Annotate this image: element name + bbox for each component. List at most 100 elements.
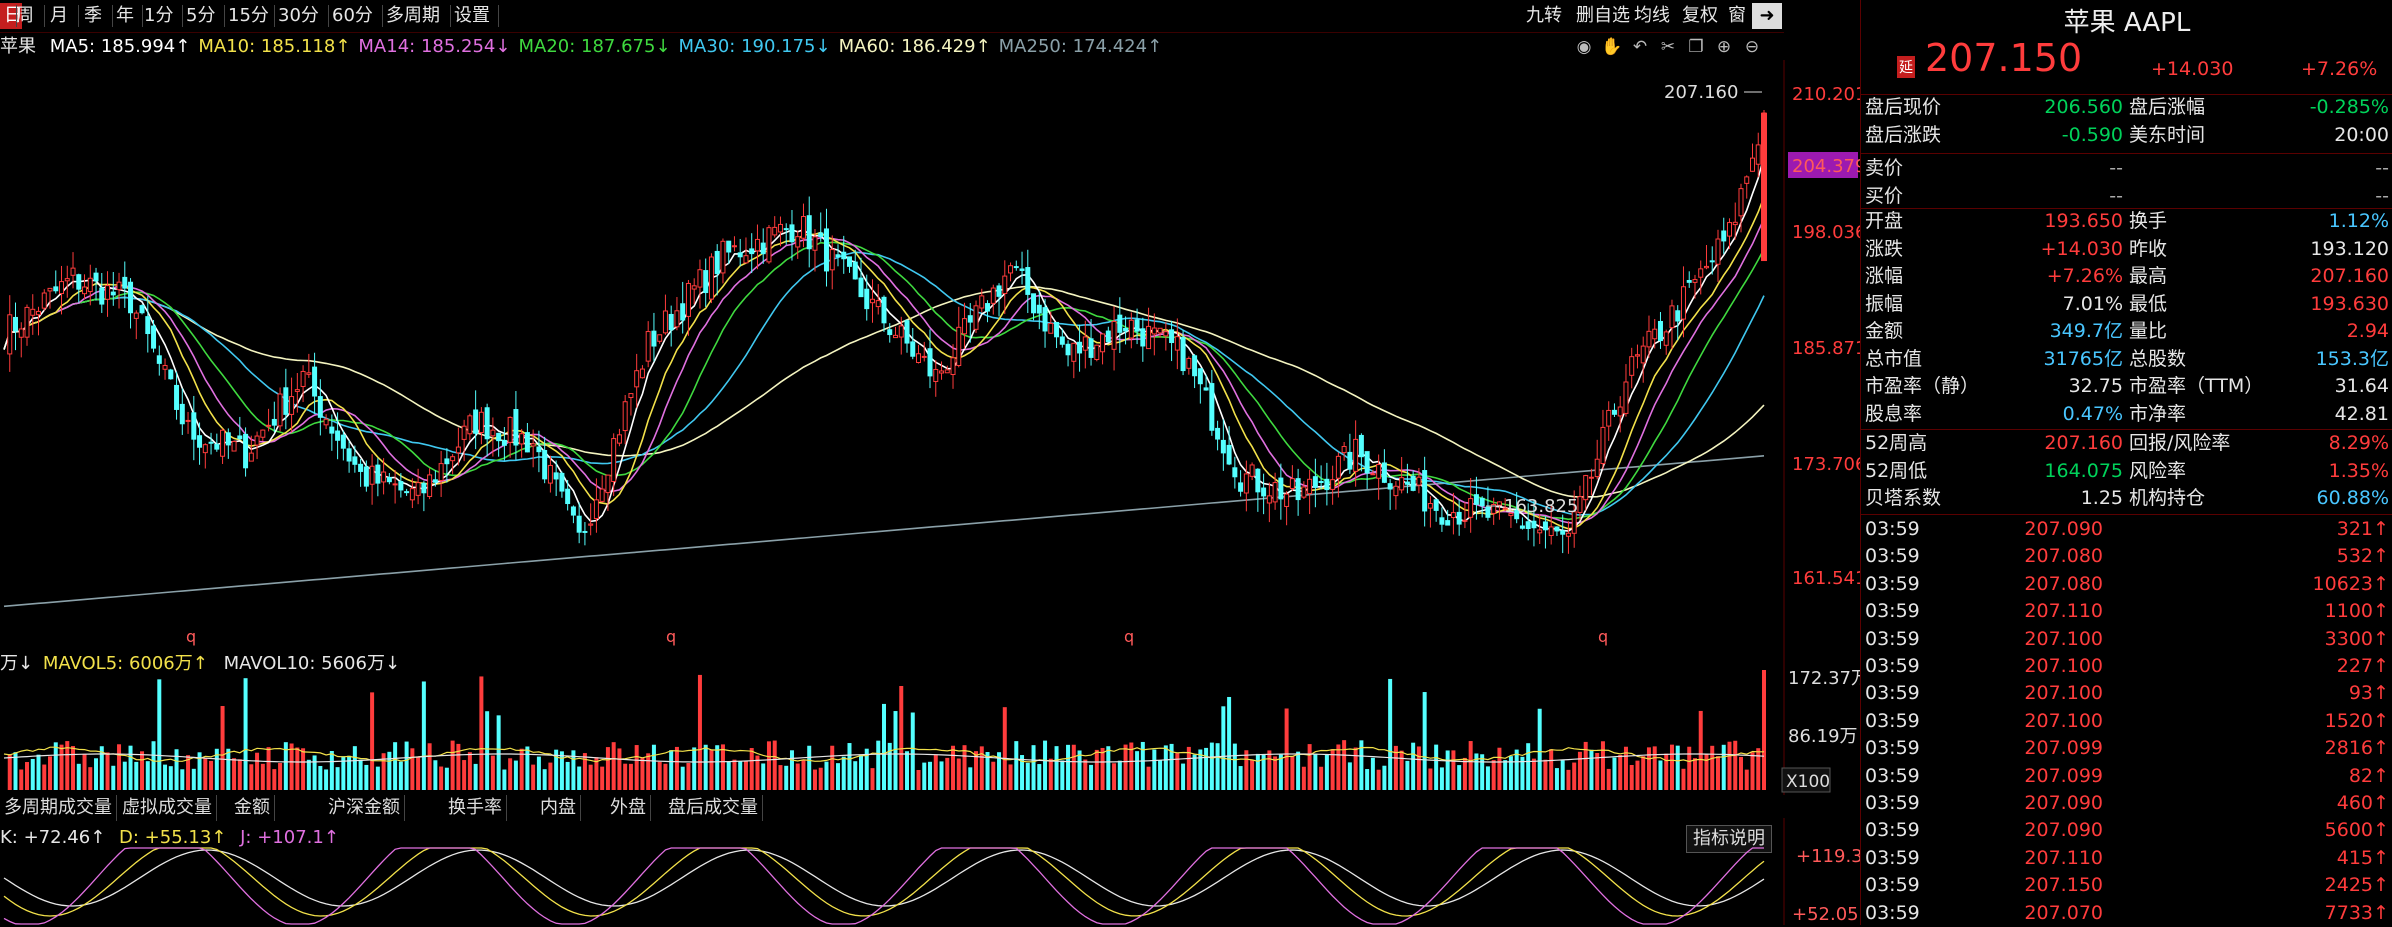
trade-volume: 93: [2348, 682, 2373, 705]
candle-body: [1439, 517, 1445, 525]
quote-value: 20:00: [2334, 123, 2389, 146]
period-tab[interactable]: 设置: [450, 3, 504, 29]
expand-panel-icon[interactable]: ➜: [1752, 3, 1782, 29]
quote-label: 总市值: [1865, 347, 1923, 370]
volume-axis-mid: 86.19万: [1788, 726, 1858, 747]
candle-body: [7, 314, 13, 355]
candle-body: [864, 288, 870, 310]
volume-bar: [519, 748, 524, 790]
copy-icon[interactable]: ❐: [1684, 34, 1708, 60]
volume-bar: [1089, 764, 1094, 790]
period-tab[interactable]: 30分: [274, 3, 334, 29]
quote-value: 193.630: [2310, 292, 2389, 315]
quote-value: 207.160: [2310, 265, 2389, 287]
trade-row: 03:59 207.110 415 ↑: [1861, 845, 2392, 872]
candle-body: [858, 277, 864, 298]
candle-body: [639, 368, 645, 379]
volume-bar: [703, 744, 708, 790]
volume-bar: [1037, 764, 1042, 790]
volume-bar: [1526, 743, 1531, 790]
volume-bar: [1508, 756, 1513, 790]
volume-bar: [479, 676, 484, 790]
trade-price: 207.150: [2024, 874, 2103, 897]
candle-body: [1565, 532, 1571, 537]
volume-bar: [726, 761, 731, 790]
toolbar-tab[interactable]: 窗: [1724, 3, 1750, 29]
toolbar-tab[interactable]: 复权: [1678, 3, 1722, 29]
trade-row: 03:59 207.070 7733 ↑: [1861, 900, 2392, 927]
kdj-axis-bottom: +52.05: [1792, 904, 1859, 925]
candle-body: [1525, 521, 1531, 529]
quote-label: 盘后涨幅: [2129, 96, 2206, 118]
period-tab[interactable]: 15分: [224, 3, 280, 29]
trade-volume: 460: [2336, 792, 2373, 814]
toolbar-tab[interactable]: 九转: [1522, 3, 1566, 29]
candle-body: [168, 369, 174, 380]
period-tab[interactable]: 1分: [140, 3, 188, 29]
candle-body: [352, 456, 358, 465]
period-tab[interactable]: 多周期: [382, 3, 456, 29]
toolbar-tab[interactable]: 均线: [1630, 3, 1674, 29]
candle-body: [386, 477, 392, 483]
volume-bar: [766, 741, 771, 790]
volume-bar: [289, 743, 294, 790]
candle-body: [404, 491, 410, 494]
trade-volume: 3300: [2324, 627, 2373, 650]
volume-bar: [628, 763, 633, 790]
candle-body: [1588, 476, 1594, 479]
price-axis-label: 210.201: [1792, 84, 1860, 105]
stock-title: 苹果 AAPL: [2063, 8, 2191, 38]
volume-chart[interactable]: 172.37万 86.19万 X100: [0, 650, 1860, 795]
volume-bar: [1158, 760, 1163, 790]
low-price-mark: 163.825: [1504, 496, 1578, 517]
candle-body: [962, 318, 968, 335]
zoom-in-icon[interactable]: ⊕: [1712, 34, 1736, 60]
eye-icon[interactable]: ◉: [1572, 34, 1596, 60]
volume-bar: [749, 748, 754, 790]
trade-time: 03:59: [1865, 792, 1920, 814]
quote-row: 股息率 0.47% 市净率 42.81: [1861, 401, 2392, 428]
candle-body: [1393, 485, 1399, 497]
candle-body: [1180, 337, 1186, 372]
candle-body: [248, 452, 254, 462]
candle-body: [1100, 333, 1106, 353]
candle-body: [277, 393, 283, 427]
candle-body: [1715, 238, 1721, 265]
ma-legend-item: MA5: 185.994↑: [49, 36, 191, 57]
candle-body: [1583, 475, 1589, 501]
volume-bar: [720, 744, 725, 790]
quote-label: 金额: [1865, 320, 1904, 342]
volume-bar: [634, 745, 639, 790]
volume-bar: [1112, 763, 1117, 790]
volume-bar: [1106, 746, 1111, 790]
volume-bar: [812, 769, 817, 790]
volume-bar: [191, 768, 196, 790]
period-tab[interactable]: 5分: [182, 3, 230, 29]
period-tab[interactable]: 60分: [328, 3, 388, 29]
candle-body: [685, 282, 691, 317]
quarter-mark: q: [1124, 627, 1134, 646]
candle-body: [674, 310, 680, 328]
volume-bar: [611, 742, 616, 790]
hand-icon[interactable]: ✋: [1600, 34, 1624, 60]
candle-body: [1111, 320, 1117, 350]
candle-body: [179, 403, 185, 425]
quote-value: 206.560: [2044, 96, 2123, 118]
candle-body: [53, 286, 59, 292]
kdj-chart[interactable]: +119.3 +52.05: [0, 818, 1860, 925]
undo-icon[interactable]: ↶: [1628, 34, 1652, 60]
zoom-out-icon[interactable]: ⊖: [1740, 34, 1764, 60]
scissors-icon[interactable]: ✂: [1656, 34, 1680, 60]
volume-bar: [1083, 759, 1088, 790]
ma250-line: [3, 455, 1765, 608]
volume-bar: [1324, 754, 1329, 790]
candle-body: [432, 479, 438, 483]
candlestick-chart[interactable]: 210.201 204.379 198.036 185.871 173.706 161.5…: [0, 60, 1860, 650]
candle-body: [795, 236, 801, 248]
quote-label: 机构持仓: [2129, 487, 2206, 509]
volume-bar: [1411, 742, 1416, 790]
quote-value: 1.12%: [2328, 210, 2389, 232]
candle-body: [1324, 478, 1330, 491]
candle-body: [916, 353, 922, 364]
toolbar-tab[interactable]: 删自选: [1572, 3, 1634, 29]
